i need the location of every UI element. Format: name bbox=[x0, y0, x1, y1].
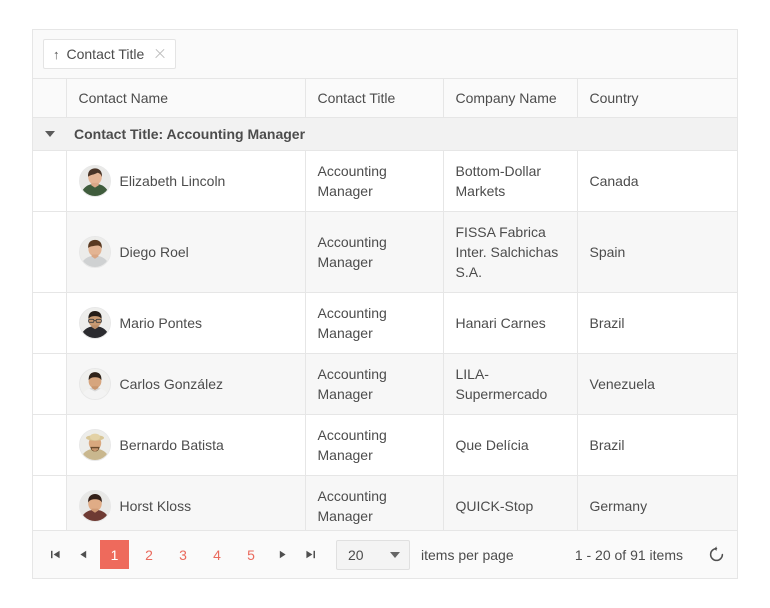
table-row[interactable]: Diego Roel Accounting Manager FISSA Fabr… bbox=[33, 211, 737, 292]
group-indent-header bbox=[33, 79, 66, 117]
table-row[interactable]: Carlos González Accounting Manager LILA-… bbox=[33, 353, 737, 414]
screenshot-root: ↑ Contact Title Contact Name bbox=[0, 0, 770, 608]
data-grid: ↑ Contact Title Contact Name bbox=[32, 29, 738, 579]
contact-name-text: Bernardo Batista bbox=[120, 435, 224, 455]
cell-contact-name: Diego Roel bbox=[66, 211, 305, 292]
cell-contact-title: Accounting Manager bbox=[305, 292, 443, 353]
go-to-previous-page-icon[interactable] bbox=[72, 540, 94, 569]
cell-company-name: Hanari Carnes bbox=[443, 292, 577, 353]
refresh-icon[interactable] bbox=[705, 544, 727, 566]
next-page-glyph bbox=[277, 549, 288, 560]
page-size-area: 20 items per page bbox=[336, 540, 514, 570]
page-button-1[interactable]: 1 bbox=[100, 540, 129, 569]
chevron-down-icon[interactable] bbox=[45, 131, 55, 137]
avatar-mario-pontes bbox=[79, 307, 111, 339]
cell-contact-name: Horst Kloss bbox=[66, 475, 305, 530]
table-row[interactable]: Mario Pontes Accounting Manager Hanari C… bbox=[33, 292, 737, 353]
pager-numbers: 1 2 3 4 5 bbox=[41, 540, 324, 569]
grid-body: Contact Title: Accounting Manager bbox=[33, 117, 737, 530]
cell-country: Canada bbox=[577, 150, 737, 211]
group-by-panel[interactable]: ↑ Contact Title bbox=[33, 30, 737, 79]
cell-contact-title: Accounting Manager bbox=[305, 414, 443, 475]
chevron-down-icon[interactable] bbox=[390, 552, 400, 558]
row-indent-cell bbox=[33, 475, 66, 530]
cell-company-name: Bottom-Dollar Markets bbox=[443, 150, 577, 211]
cell-country: Brazil bbox=[577, 414, 737, 475]
row-indent-cell bbox=[33, 353, 66, 414]
group-header-cell: Contact Title: Accounting Manager bbox=[33, 117, 737, 150]
avatar-diego-roel bbox=[79, 236, 111, 268]
page-size-select[interactable]: 20 bbox=[336, 540, 410, 570]
cell-company-name: QUICK-Stop bbox=[443, 475, 577, 530]
group-chip-label: Contact Title bbox=[67, 47, 145, 61]
page-button-3[interactable]: 3 bbox=[169, 540, 197, 569]
cell-country: Spain bbox=[577, 211, 737, 292]
avatar-carlos-gonzalez bbox=[79, 368, 111, 400]
avatar-elizabeth-lincoln bbox=[79, 165, 111, 197]
cell-contact-name: Elizabeth Lincoln bbox=[66, 150, 305, 211]
pager-info: 1 - 20 of 91 items bbox=[575, 547, 683, 563]
contact-name-text: Horst Kloss bbox=[120, 496, 192, 516]
cell-contact-title: Accounting Manager bbox=[305, 211, 443, 292]
contact-name-text: Mario Pontes bbox=[120, 313, 202, 333]
cell-contact-title: Accounting Manager bbox=[305, 150, 443, 211]
page-button-2[interactable]: 2 bbox=[135, 540, 163, 569]
grid-pager: 1 2 3 4 5 20 bbox=[33, 530, 737, 578]
page-size-value: 20 bbox=[348, 547, 364, 563]
column-header-country[interactable]: Country bbox=[577, 79, 737, 117]
cell-contact-title: Accounting Manager bbox=[305, 475, 443, 530]
arrow-up-icon[interactable]: ↑ bbox=[53, 48, 60, 61]
cell-company-name: Que Delícia bbox=[443, 414, 577, 475]
previous-page-glyph bbox=[78, 549, 89, 560]
first-page-glyph bbox=[50, 549, 61, 560]
cell-company-name: LILA-Supermercado bbox=[443, 353, 577, 414]
close-icon[interactable] bbox=[154, 48, 166, 60]
page-size-label: items per page bbox=[421, 547, 514, 563]
contact-name-text: Carlos González bbox=[120, 374, 224, 394]
cell-country: Venezuela bbox=[577, 353, 737, 414]
go-to-next-page-icon[interactable] bbox=[271, 540, 293, 569]
row-indent-cell bbox=[33, 150, 66, 211]
avatar-bernardo-batista bbox=[79, 429, 111, 461]
contact-name-text: Diego Roel bbox=[120, 242, 189, 262]
cell-company-name: FISSA Fabrica Inter. Salchichas S.A. bbox=[443, 211, 577, 292]
row-indent-cell bbox=[33, 292, 66, 353]
table-row[interactable]: Bernardo Batista Accounting Manager Que … bbox=[33, 414, 737, 475]
header-row: Contact Name Contact Title Company Name … bbox=[33, 79, 737, 117]
group-header-label: Contact Title: Accounting Manager bbox=[74, 124, 305, 144]
last-page-glyph bbox=[305, 549, 316, 560]
table-row[interactable]: Elizabeth Lincoln Accounting Manager Bot… bbox=[33, 150, 737, 211]
column-header-contact-title[interactable]: Contact Title bbox=[305, 79, 443, 117]
column-header-company-name[interactable]: Company Name bbox=[443, 79, 577, 117]
cell-country: Germany bbox=[577, 475, 737, 530]
avatar-horst-kloss bbox=[79, 490, 111, 522]
cell-contact-name: Bernardo Batista bbox=[66, 414, 305, 475]
group-chip-contact-title[interactable]: ↑ Contact Title bbox=[43, 39, 176, 69]
column-header-contact-name[interactable]: Contact Name bbox=[66, 79, 305, 117]
grid-table: Contact Name Contact Title Company Name … bbox=[33, 79, 737, 530]
cell-country: Brazil bbox=[577, 292, 737, 353]
go-to-first-page-icon[interactable] bbox=[44, 540, 66, 569]
group-header-row[interactable]: Contact Title: Accounting Manager bbox=[33, 117, 737, 150]
cell-contact-name: Carlos González bbox=[66, 353, 305, 414]
cell-contact-title: Accounting Manager bbox=[305, 353, 443, 414]
table-row[interactable]: Horst Kloss Accounting Manager QUICK-Sto… bbox=[33, 475, 737, 530]
page-button-4[interactable]: 4 bbox=[203, 540, 231, 569]
cell-contact-name: Mario Pontes bbox=[66, 292, 305, 353]
refresh-glyph bbox=[708, 546, 725, 563]
grid-header: Contact Name Contact Title Company Name … bbox=[33, 79, 737, 117]
page-button-5[interactable]: 5 bbox=[237, 540, 265, 569]
row-indent-cell bbox=[33, 414, 66, 475]
grid-scroll-area[interactable]: Contact Name Contact Title Company Name … bbox=[33, 79, 737, 530]
contact-name-text: Elizabeth Lincoln bbox=[120, 171, 226, 191]
row-indent-cell bbox=[33, 211, 66, 292]
go-to-last-page-icon[interactable] bbox=[299, 540, 321, 569]
